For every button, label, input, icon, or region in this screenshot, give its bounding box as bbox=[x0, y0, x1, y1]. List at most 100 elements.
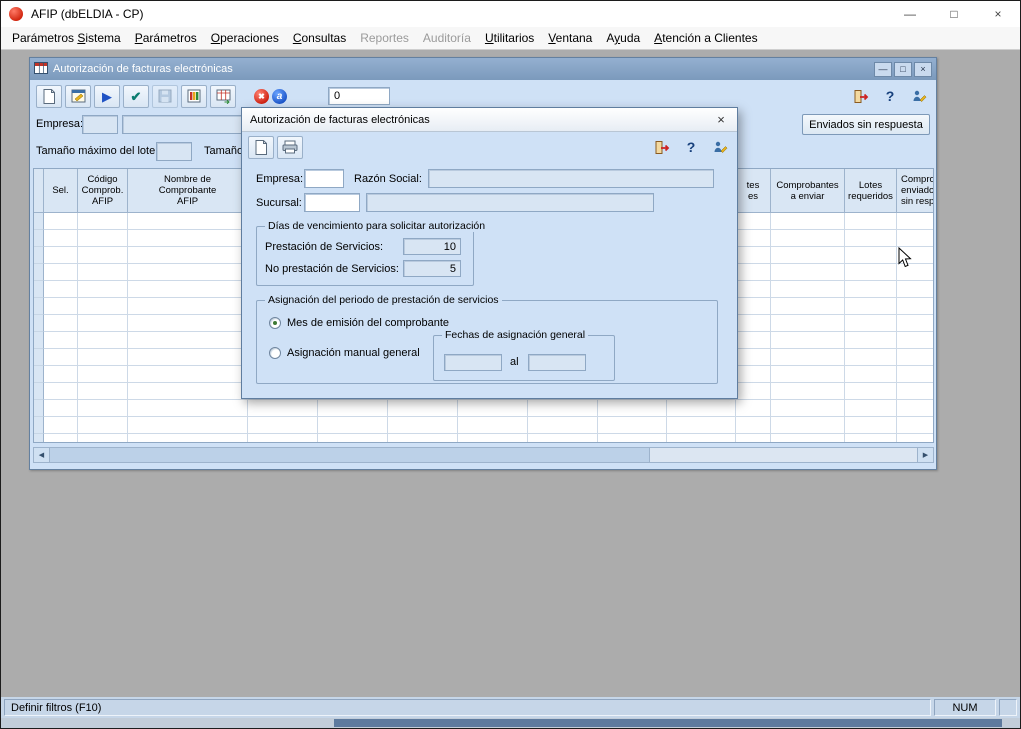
grid-cell[interactable] bbox=[771, 400, 845, 417]
grid-cell[interactable] bbox=[598, 417, 667, 434]
menu-item-atención-a-clientes[interactable]: Atención a Clientes bbox=[647, 29, 764, 47]
grid-cell[interactable] bbox=[128, 264, 248, 281]
grid-cell[interactable] bbox=[845, 434, 897, 443]
grid-cell[interactable] bbox=[845, 281, 897, 298]
menu-item-utilitarios[interactable]: Utilitarios bbox=[478, 29, 541, 47]
grid-column-header[interactable]: CódigoComprob.AFIP bbox=[78, 169, 128, 213]
resize-grip[interactable] bbox=[999, 699, 1017, 716]
new-button[interactable] bbox=[36, 85, 62, 108]
grid-cell[interactable] bbox=[128, 281, 248, 298]
grid-cell[interactable] bbox=[128, 247, 248, 264]
grid-cell[interactable] bbox=[771, 281, 845, 298]
grid-cell[interactable] bbox=[128, 349, 248, 366]
menu-item-parámetros-sistema[interactable]: Parámetros Sistema bbox=[5, 29, 128, 47]
grid-cell[interactable] bbox=[44, 281, 78, 298]
grid-cell[interactable] bbox=[667, 400, 736, 417]
grid-cell[interactable] bbox=[128, 230, 248, 247]
grid-cell[interactable] bbox=[44, 417, 78, 434]
support-button[interactable] bbox=[908, 85, 930, 108]
grid-cell[interactable] bbox=[736, 332, 771, 349]
grid-cell[interactable] bbox=[736, 400, 771, 417]
menu-item-ventana[interactable]: Ventana bbox=[541, 29, 599, 47]
grid-cell[interactable] bbox=[736, 247, 771, 264]
grid-cell[interactable] bbox=[128, 434, 248, 443]
grid-cell[interactable] bbox=[771, 298, 845, 315]
grid-cell[interactable] bbox=[736, 230, 771, 247]
grid-cell[interactable] bbox=[44, 366, 78, 383]
grid-cell[interactable] bbox=[128, 213, 248, 230]
dialog-titlebar[interactable]: Autorización de facturas electrónicas × bbox=[242, 108, 737, 132]
grid-cell[interactable] bbox=[44, 434, 78, 443]
grid-cell[interactable] bbox=[736, 315, 771, 332]
grid-column-header[interactable]: teses bbox=[736, 169, 771, 213]
child-close-button[interactable]: × bbox=[914, 62, 932, 77]
menu-item-ayuda[interactable]: Ayuda bbox=[599, 29, 647, 47]
grid-cell[interactable] bbox=[318, 400, 388, 417]
sucursal-field[interactable] bbox=[304, 193, 360, 212]
grid-cell[interactable] bbox=[78, 417, 128, 434]
grid-cell[interactable] bbox=[128, 417, 248, 434]
grid-cell[interactable] bbox=[771, 230, 845, 247]
grid-cell[interactable] bbox=[78, 298, 128, 315]
grid-cell[interactable] bbox=[736, 281, 771, 298]
grid-cell[interactable] bbox=[771, 332, 845, 349]
dialog-print-button[interactable] bbox=[277, 136, 303, 159]
grid-cell[interactable] bbox=[845, 383, 897, 400]
grid-cell[interactable] bbox=[528, 417, 598, 434]
grid-cell[interactable] bbox=[248, 400, 318, 417]
grid-cell[interactable] bbox=[771, 417, 845, 434]
grid-cell[interactable] bbox=[897, 366, 934, 383]
grid-column-header[interactable]: Lotesrequeridos bbox=[845, 169, 897, 213]
grid-cell[interactable] bbox=[78, 281, 128, 298]
grid-cell[interactable] bbox=[845, 332, 897, 349]
grid-cell[interactable] bbox=[458, 400, 528, 417]
child-restore-button[interactable]: □ bbox=[894, 62, 912, 77]
grid-cell[interactable] bbox=[667, 417, 736, 434]
grid-cell[interactable] bbox=[897, 349, 934, 366]
grid-cell[interactable] bbox=[78, 366, 128, 383]
grid-cell[interactable] bbox=[248, 417, 318, 434]
grid-cell[interactable] bbox=[44, 349, 78, 366]
scroll-right-icon[interactable]: ▶ bbox=[917, 448, 933, 462]
grid-cell[interactable] bbox=[44, 247, 78, 264]
grid-cell[interactable] bbox=[897, 417, 934, 434]
grid-cell[interactable] bbox=[897, 315, 934, 332]
menu-item-parámetros[interactable]: Parámetros bbox=[128, 29, 204, 47]
grid-cell[interactable] bbox=[78, 213, 128, 230]
dialog-support-button[interactable] bbox=[709, 136, 731, 159]
grid-cell[interactable] bbox=[897, 298, 934, 315]
menu-item-consultas[interactable]: Consultas bbox=[286, 29, 353, 47]
grid-cell[interactable] bbox=[845, 230, 897, 247]
grid-cell[interactable] bbox=[667, 434, 736, 443]
grid-cell[interactable] bbox=[845, 213, 897, 230]
grid-cell[interactable] bbox=[736, 434, 771, 443]
grid-cell[interactable] bbox=[78, 230, 128, 247]
grid-cell[interactable] bbox=[897, 230, 934, 247]
grid-cell[interactable] bbox=[736, 383, 771, 400]
dialog-close-button[interactable]: × bbox=[705, 108, 737, 131]
scroll-left-icon[interactable]: ◀ bbox=[34, 448, 50, 462]
grid-column-header[interactable]: Comprobantesa enviar bbox=[771, 169, 845, 213]
grid-cell[interactable] bbox=[771, 264, 845, 281]
grid-cell[interactable] bbox=[897, 332, 934, 349]
grid-cell[interactable] bbox=[845, 264, 897, 281]
grid-cell[interactable] bbox=[128, 366, 248, 383]
grid-cell[interactable] bbox=[78, 400, 128, 417]
data-columns-button[interactable] bbox=[181, 85, 207, 108]
grid-cell[interactable] bbox=[897, 281, 934, 298]
grid-cell[interactable] bbox=[528, 434, 598, 443]
grid-cell[interactable] bbox=[78, 383, 128, 400]
grid-cell[interactable] bbox=[897, 383, 934, 400]
grid-row[interactable] bbox=[34, 434, 933, 443]
grid-cell[interactable] bbox=[897, 400, 934, 417]
confirm-button[interactable]: ✔ bbox=[123, 85, 149, 108]
grid-cell[interactable] bbox=[318, 417, 388, 434]
child-titlebar[interactable]: Autorización de facturas electrónicas — … bbox=[30, 58, 936, 80]
cancel-icon[interactable]: ✖ bbox=[254, 89, 269, 104]
grid-cell[interactable] bbox=[845, 315, 897, 332]
grid-cell[interactable] bbox=[128, 383, 248, 400]
grid-cell[interactable] bbox=[458, 417, 528, 434]
grid-cell[interactable] bbox=[897, 213, 934, 230]
grid-cell[interactable] bbox=[771, 434, 845, 443]
counter-field[interactable]: 0 bbox=[328, 87, 390, 105]
